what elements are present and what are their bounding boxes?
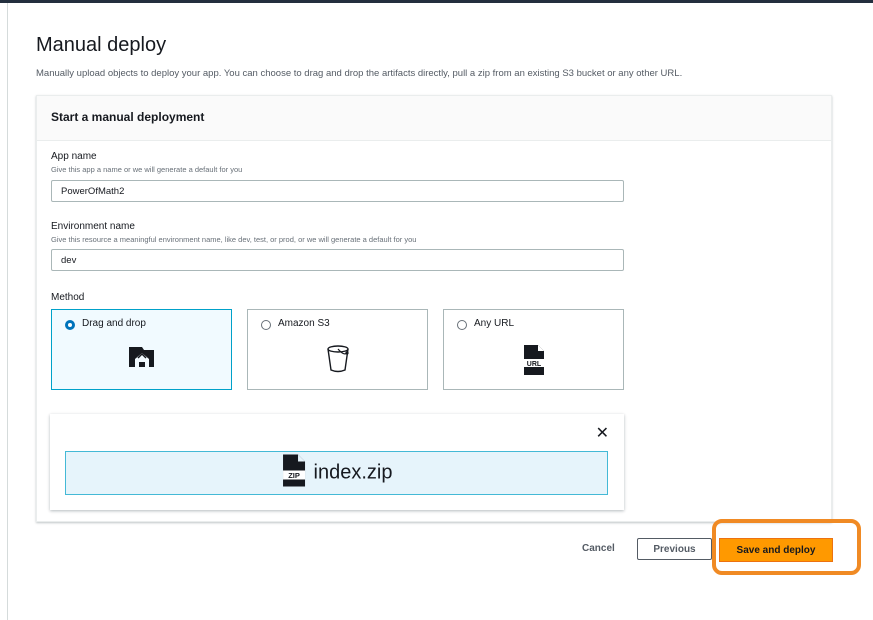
- environment-name-label: Environment name: [51, 221, 135, 232]
- radio-drag-and-drop[interactable]: [65, 320, 75, 330]
- method-tile-amazon-s3[interactable]: Amazon S3: [247, 309, 428, 390]
- upload-area: ✕ ZIP index.zip: [50, 414, 624, 510]
- app-name-hint: Give this app a name or we will generate…: [51, 165, 243, 174]
- highlight-annotation: [712, 519, 861, 575]
- radio-any-url[interactable]: [457, 320, 467, 330]
- zip-badge-text: ZIP: [288, 471, 300, 480]
- drag-drop-icon: [126, 344, 158, 375]
- app-name-label: App name: [51, 151, 97, 162]
- method-tile-any-url[interactable]: Any URL URL: [443, 309, 624, 390]
- previous-button[interactable]: Previous: [637, 538, 712, 560]
- left-divider: [7, 3, 8, 620]
- method-label: Method: [51, 292, 85, 303]
- method-option-label: Any URL: [474, 318, 515, 329]
- zip-file-icon: ZIP: [281, 454, 307, 493]
- radio-amazon-s3[interactable]: [261, 320, 271, 330]
- method-option-label: Amazon S3: [278, 318, 330, 329]
- method-tile-drag-and-drop[interactable]: Drag and drop: [51, 309, 232, 390]
- environment-name-input[interactable]: [51, 249, 624, 271]
- environment-name-hint: Give this resource a meaningful environm…: [51, 235, 417, 244]
- app-name-input[interactable]: [51, 180, 624, 202]
- manual-deployment-card: Start a manual deployment App name Give …: [36, 95, 832, 522]
- bucket-icon: [325, 344, 351, 379]
- close-icon[interactable]: ✕: [596, 426, 609, 442]
- svg-text:URL: URL: [526, 361, 541, 368]
- page-description: Manually upload objects to deploy your a…: [36, 68, 683, 79]
- uploaded-file-item: ZIP index.zip: [65, 451, 608, 495]
- url-file-icon: URL: [522, 344, 546, 381]
- file-name: index.zip: [313, 461, 393, 484]
- page-title: Manual deploy: [36, 34, 167, 56]
- cancel-button[interactable]: Cancel: [582, 543, 615, 554]
- card-title: Start a manual deployment: [51, 110, 205, 124]
- top-bar: [0, 0, 873, 3]
- card-header: Start a manual deployment: [37, 96, 831, 141]
- method-option-label: Drag and drop: [82, 318, 146, 329]
